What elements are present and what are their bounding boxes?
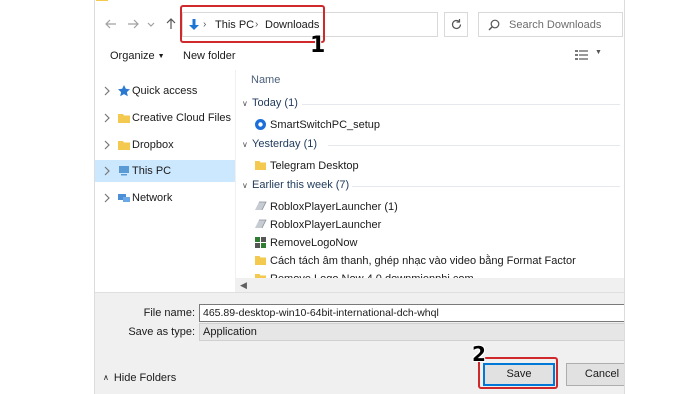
- group-label: Earlier this week (7): [252, 179, 350, 191]
- new-folder-button[interactable]: New folder: [183, 49, 236, 63]
- toolbar: Organize ▼ New folder ▼: [95, 42, 624, 70]
- file-name: Cách tách âm thanh, ghép nhạc vào video …: [270, 255, 576, 267]
- file-name: RemoveLogoNow: [270, 237, 358, 249]
- sidebar-item-label: Network: [132, 192, 173, 204]
- file-name-input[interactable]: [199, 304, 624, 322]
- chevron-down-icon: ∨: [242, 140, 248, 149]
- hide-folders-button[interactable]: ∧ Hide Folders: [103, 371, 176, 385]
- star-icon: [118, 85, 130, 97]
- file-name: Telegram Desktop: [270, 160, 359, 172]
- chevron-down-icon: ∨: [242, 99, 248, 108]
- navigation-pane: Quick access Creative Cloud Files Dropbo…: [95, 70, 235, 292]
- column-header-name[interactable]: Name: [251, 73, 280, 87]
- view-options-button[interactable]: ▼: [575, 49, 605, 63]
- organize-button[interactable]: Organize ▼: [110, 49, 165, 64]
- hide-folders-label: Hide Folders: [113, 372, 177, 384]
- group-header-today[interactable]: ∨ Today (1): [242, 96, 622, 112]
- organize-label: Organize: [110, 50, 155, 62]
- file-name: RobloxPlayerLauncher (1): [270, 201, 398, 213]
- group-divider: [302, 104, 620, 105]
- refresh-button[interactable]: [444, 12, 468, 37]
- navigation-row: › This PC › Downloads: [95, 8, 624, 42]
- save-type-label: Save as type:: [128, 326, 195, 338]
- search-icon: [488, 19, 500, 31]
- sidebar-item-label: This PC: [132, 165, 172, 177]
- remove-logo-icon: [255, 237, 266, 248]
- sidebar-item-this-pc[interactable]: This PC: [95, 160, 235, 182]
- folder-icon: [118, 114, 130, 123]
- app-icon: [95, 0, 125, 2]
- executable-icon: [255, 219, 267, 229]
- file-name-label: File name:: [143, 307, 195, 319]
- refresh-icon: [451, 19, 462, 30]
- save-type-select[interactable]: Application: [199, 323, 624, 341]
- group-divider: [328, 145, 620, 146]
- folder-icon: [255, 256, 266, 265]
- chevron-right-icon[interactable]: [103, 166, 111, 176]
- sidebar-item-network[interactable]: Network: [95, 187, 235, 209]
- forward-arrow-icon[interactable]: [125, 17, 141, 33]
- save-as-dialog: › This PC › Downloads Organize▼ New fold…: [94, 0, 625, 394]
- caret-down-icon: ▼: [595, 49, 602, 56]
- computer-icon: [119, 166, 129, 176]
- sidebar-item-creative-cloud-files[interactable]: Creative Cloud Files: [95, 107, 235, 129]
- group-label: Yesterday (1): [252, 138, 318, 150]
- recent-dropdown-icon[interactable]: [143, 17, 159, 33]
- sidebar-item-dropbox[interactable]: Dropbox: [95, 134, 235, 156]
- scroll-left-arrow-icon[interactable]: ◀: [240, 280, 247, 291]
- title-bar: [95, 0, 624, 4]
- chevron-right-icon[interactable]: [103, 86, 111, 96]
- network-icon: [118, 194, 130, 202]
- caret-down-icon: ▼: [157, 53, 165, 60]
- group-header-yesterday[interactable]: ∨ Yesterday (1): [242, 137, 622, 153]
- sidebar-item-label: Dropbox: [132, 139, 174, 151]
- search-input[interactable]: [509, 17, 619, 33]
- sidebar-item-label: Creative Cloud Files: [132, 112, 232, 124]
- annotation-number-2: 2: [472, 342, 486, 366]
- file-name: SmartSwitchPC_setup: [270, 119, 381, 131]
- chevron-right-icon[interactable]: [103, 113, 111, 123]
- background-right: [625, 0, 700, 394]
- group-divider: [352, 186, 620, 187]
- folder-icon: [118, 141, 130, 150]
- back-arrow-icon[interactable]: [103, 17, 119, 33]
- sidebar-item-label: Quick access: [132, 85, 198, 97]
- chevron-up-icon: ∧: [103, 373, 109, 382]
- folder-icon: [255, 161, 266, 170]
- up-arrow-icon[interactable]: [163, 17, 179, 33]
- chevron-down-icon: ∨: [242, 181, 248, 190]
- annotation-box-address: [180, 5, 325, 43]
- search-box[interactable]: [478, 12, 623, 37]
- annotation-number-1: 1: [310, 33, 326, 58]
- horizontal-scrollbar[interactable]: ◀: [236, 278, 624, 292]
- background-left: [0, 0, 94, 394]
- file-list: Name ∨ Today (1) SmartSwitchPC_setup ∨ Yes…: [235, 70, 624, 292]
- smart-switch-icon: [255, 119, 266, 130]
- sidebar-item-quick-access[interactable]: Quick access: [95, 80, 235, 102]
- cancel-button[interactable]: Cancel: [566, 363, 624, 386]
- view-list-icon: [575, 50, 588, 60]
- group-header-earlier-this-week[interactable]: ∨ Earlier this week (7): [242, 178, 622, 194]
- annotation-box-save: [478, 357, 558, 389]
- group-label: Today (1): [252, 97, 298, 109]
- file-name: RobloxPlayerLauncher: [270, 219, 382, 231]
- chevron-right-icon[interactable]: [103, 193, 111, 203]
- executable-icon: [255, 201, 267, 211]
- chevron-right-icon[interactable]: [103, 140, 111, 150]
